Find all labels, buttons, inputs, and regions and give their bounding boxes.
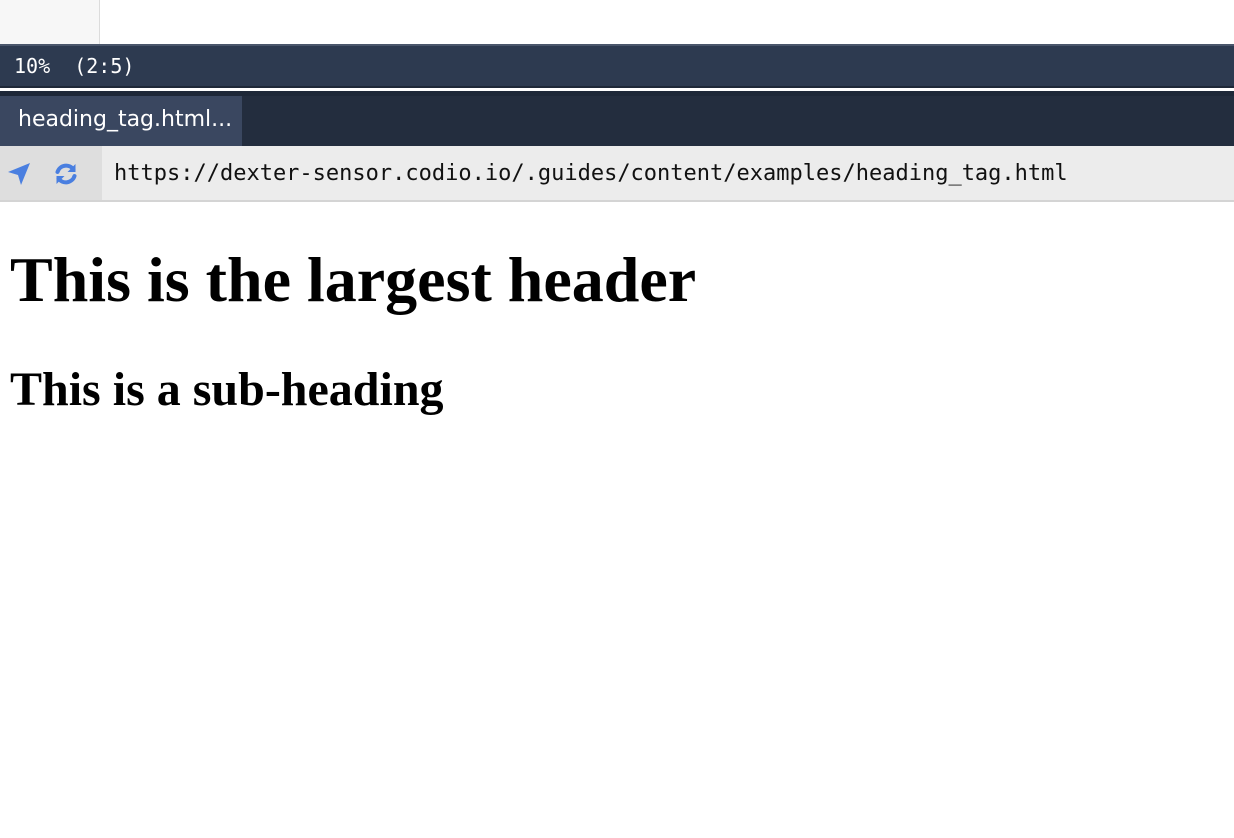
location-arrow-icon[interactable] [4,159,34,189]
page-heading-1: This is the largest header [10,244,697,315]
page-heading-2: This is a sub-heading [10,363,444,416]
editor-area[interactable] [0,0,1234,44]
line-number-gutter [0,0,100,44]
tab-heading-tag[interactable]: heading_tag.html... [0,96,242,146]
divider-line [0,88,1234,91]
cursor-position: (2:5) [74,54,135,78]
preview-address-bar: https://dexter-sensor.codio.io/.guides/c… [0,146,1234,202]
preview-tab-bar: heading_tag.html... [0,96,1234,146]
panel-divider[interactable] [0,86,1234,96]
editor-status-bar: 10% (2:5) [0,44,1234,86]
url-field[interactable]: https://dexter-sensor.codio.io/.guides/c… [114,146,1068,200]
preview-viewport: This is the largest header This is a sub… [0,202,1234,838]
nav-buttons [0,146,102,200]
refresh-icon[interactable] [51,159,81,189]
scroll-percent: 10% [14,54,51,78]
